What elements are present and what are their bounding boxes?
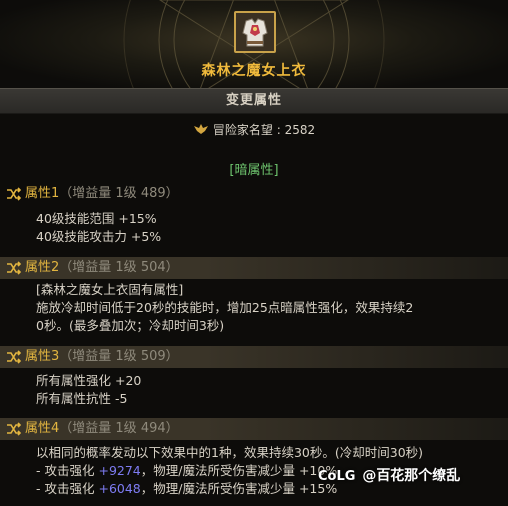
effect-suffix: ，物理/魔法所受伤害减少量 +10% bbox=[140, 463, 338, 478]
effect-value: +9274 bbox=[98, 463, 141, 478]
watermark-text: @百花那个缭乱 bbox=[362, 468, 461, 484]
item-header: 森林之魔女上衣 bbox=[0, 0, 508, 88]
attribute-gain: （增益量 1级 509） bbox=[59, 349, 179, 364]
effect-value: +6048 bbox=[98, 481, 141, 496]
attribute-2-line-2: 施放冷却时间低于20秒的技能时，增加25点暗属性强化，效果持续2 bbox=[36, 300, 414, 315]
effect-suffix: ，物理/魔法所受伤害减少量 +15% bbox=[140, 481, 338, 496]
fame-value: 2582 bbox=[284, 123, 316, 137]
attribute-2-line-3: 0秒。(最多叠加次；冷却时间3秒) bbox=[36, 318, 225, 333]
shuffle-icon bbox=[7, 422, 22, 436]
witch-coat-icon[interactable] bbox=[234, 11, 276, 53]
attribute-label: 属性1 bbox=[25, 186, 60, 201]
effect-prefix: - 攻击强化 bbox=[36, 463, 99, 478]
attribute-3-line-2: 所有属性抗性 -5 bbox=[36, 391, 128, 406]
adventurer-fame: 冒险家名望 : 2582 bbox=[0, 121, 508, 139]
element-tag: [暗属性] bbox=[229, 163, 279, 178]
attribute-4-effect-2: - 攻击强化 +6048，物理/魔法所受伤害减少量 +15% bbox=[36, 478, 337, 497]
section-title: 变更属性 bbox=[0, 88, 508, 114]
attribute-2-line-1: [森林之魔女上衣固有属性] bbox=[36, 282, 184, 297]
attribute-gain: （增益量 1级 494） bbox=[59, 421, 179, 436]
shuffle-icon bbox=[7, 350, 22, 364]
shuffle-icon bbox=[7, 187, 22, 201]
attribute-label: 属性2 bbox=[25, 260, 60, 275]
colg-logo: CoLG bbox=[318, 469, 356, 484]
fame-label: 冒险家名望 bbox=[212, 123, 273, 137]
watermark: CoLG @百花那个缭乱 bbox=[318, 465, 460, 485]
attribute-4-line-1: 以相同的概率发动以下效果中的1种，效果持续30秒。(冷却时间30秒) bbox=[36, 445, 424, 460]
attribute-1-header[interactable]: 属性1（增益量 1级 489） bbox=[0, 183, 508, 205]
attribute-1-line-2: 40级技能攻击力 +5% bbox=[36, 229, 162, 244]
shuffle-icon bbox=[7, 261, 22, 275]
attribute-gain: （增益量 1级 489） bbox=[59, 186, 179, 201]
attribute-1-line-1: 40级技能范围 +15% bbox=[36, 211, 157, 226]
fame-wings-icon bbox=[193, 122, 209, 139]
attribute-label: 属性3 bbox=[25, 349, 60, 364]
attribute-2-header[interactable]: 属性2（增益量 1级 504） bbox=[0, 257, 508, 279]
attribute-3-header[interactable]: 属性3（增益量 1级 509） bbox=[0, 346, 508, 368]
attribute-gain: （增益量 1级 504） bbox=[59, 260, 179, 275]
effect-prefix: - 攻击强化 bbox=[36, 481, 99, 496]
item-name: 森林之魔女上衣 bbox=[201, 63, 307, 79]
attribute-label: 属性4 bbox=[25, 421, 60, 436]
attribute-4-header[interactable]: 属性4（增益量 1级 494） bbox=[0, 418, 508, 440]
attribute-3-line-1: 所有属性强化 +20 bbox=[36, 373, 142, 388]
attribute-4-effect-1: - 攻击强化 +9274，物理/魔法所受伤害减少量 +10% bbox=[36, 460, 337, 479]
